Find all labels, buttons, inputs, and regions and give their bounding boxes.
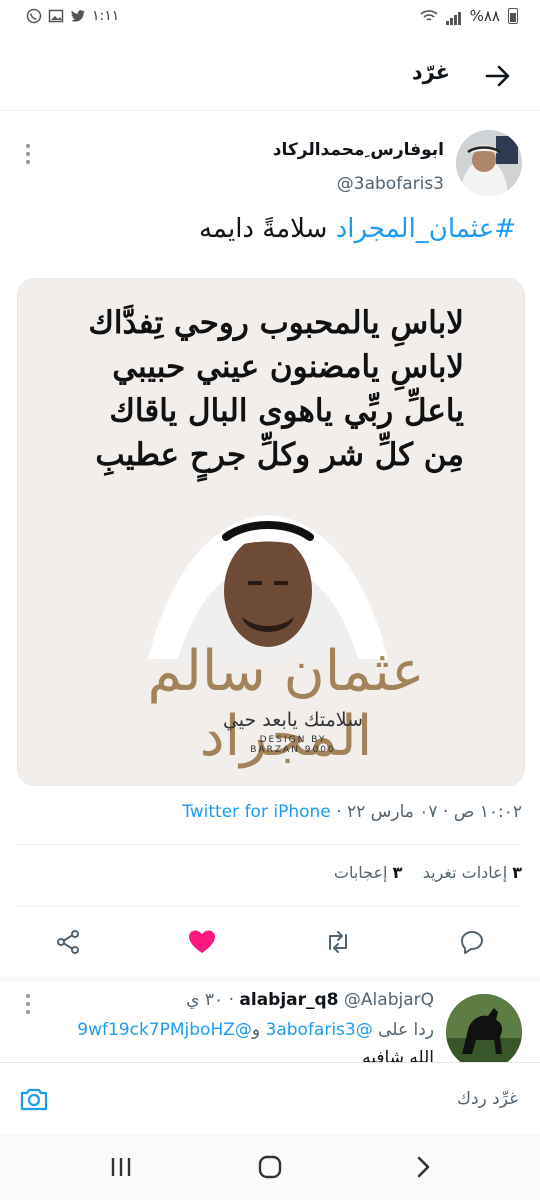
mention-link[interactable]: @3abofaris3 <box>266 1020 373 1040</box>
heart-icon[interactable] <box>186 926 218 958</box>
reply-handle[interactable]: @AlabjarQ <box>344 990 434 1010</box>
reply-text: الله شافيه <box>362 1048 434 1062</box>
status-time-group: ١:١١ <box>26 8 119 24</box>
status-icons: %٨٨ <box>420 7 518 25</box>
likes-count: ٣ <box>392 863 403 882</box>
credit-line: DESIGN BY <box>259 735 327 745</box>
replying-prefix: ردا على <box>378 1020 434 1040</box>
likes-stat[interactable]: ٣ إعجابات <box>334 863 402 882</box>
recent-apps-icon[interactable] <box>104 1150 138 1184</box>
reply-avatar[interactable] <box>446 994 522 1070</box>
retweet-icon[interactable] <box>322 926 354 958</box>
reply-compose-bar: غرِّد ردك <box>0 1062 540 1135</box>
share-icon[interactable] <box>52 926 84 958</box>
reply-time: ٣٠ ي <box>186 990 224 1010</box>
author-display-name[interactable]: ابوفارس ِمحمدالركاد <box>273 140 444 160</box>
signal-icon <box>445 7 462 25</box>
tweet-meta: ١٠:٠٢ ص · ٠٧ مارس ٢٢ · Twitter for iPhon… <box>182 802 522 822</box>
reply-more-options-icon[interactable] <box>22 992 34 1016</box>
battery-icon <box>508 8 518 24</box>
whatsapp-icon <box>26 8 42 24</box>
poem-line: لاباسِ يالمحبوب روحي تِفدَّاك <box>88 305 464 341</box>
replying-and: و <box>251 1020 261 1040</box>
more-options-icon[interactable] <box>22 142 34 166</box>
system-nav-bar <box>0 1134 540 1200</box>
poem-line: ياعلِّ ربِّي ياهوى البال ياقاك <box>109 393 464 429</box>
tweet-text: #عثمان_المجراد سلامةً دايمه <box>199 214 516 244</box>
reply-display-name[interactable]: alabjar_q8 <box>239 990 338 1010</box>
media-credit: DESIGN BY BARZAN 9000 <box>208 735 378 755</box>
tweet-body: سلامةً دايمه <box>198 214 336 244</box>
wifi-icon <box>420 10 438 21</box>
tweet-actions <box>0 920 540 964</box>
status-time: ١:١١ <box>92 8 120 24</box>
meta-separator: · <box>330 802 342 822</box>
mention-link[interactable]: @9wf19ck7PMjboHZ <box>77 1020 252 1040</box>
avatar[interactable] <box>456 130 522 196</box>
poem-line: لاباسِ يامضنون عيني حبيبي <box>112 349 464 385</box>
gallery-icon <box>48 9 64 23</box>
header: غرّد <box>0 40 540 111</box>
battery-percent: %٨٨ <box>469 7 500 25</box>
tweet-time: ١٠:٠٢ ص <box>453 802 522 822</box>
back-icon[interactable] <box>406 1150 440 1184</box>
divider <box>16 844 524 845</box>
poem-line: مِن كلِّ شر وكلِّ جرحٍ عطيبِ <box>95 437 464 473</box>
hashtag-link[interactable]: #عثمان_المجراد <box>336 214 516 244</box>
likes-label: إعجابات <box>333 863 388 882</box>
divider <box>16 906 524 907</box>
page-title: غرّد <box>411 60 450 84</box>
meta-separator: · <box>228 990 234 1010</box>
twitter-icon <box>71 10 85 22</box>
retweets-stat[interactable]: ٣ إعادات تغريد <box>423 863 522 882</box>
reply-input[interactable]: غرِّد ردك <box>457 1089 518 1109</box>
arrow-right-icon[interactable] <box>480 58 516 94</box>
section-divider <box>0 976 540 982</box>
tweet-date: ٠٧ مارس ٢٢ <box>346 802 438 822</box>
replying-to: ردا على @3abofaris3 و@9wf19ck7PMjboHZ <box>77 1020 434 1040</box>
home-icon[interactable] <box>253 1150 287 1184</box>
retweets-label: إعادات تغريد <box>422 863 508 882</box>
author-handle[interactable]: @3abofaris3 <box>337 174 444 194</box>
portrait-illustration <box>148 515 388 659</box>
camera-icon[interactable] <box>18 1083 50 1115</box>
media-subtitle: سلامتك يابعد حيي <box>222 709 364 731</box>
reply-header: alabjar_q8 @AlabjarQ · ٣٠ ي <box>186 990 434 1010</box>
reply-icon[interactable] <box>456 926 488 958</box>
status-bar: ١:١١ %٨٨ <box>0 0 540 34</box>
meta-separator: · <box>437 802 449 822</box>
retweets-count: ٣ <box>512 863 522 882</box>
credit-line: BARZAN 9000 <box>250 745 336 755</box>
tweet-source-link[interactable]: Twitter for iPhone <box>182 802 331 822</box>
tweet-media-image[interactable]: لاباسِ يالمحبوب روحي تِفدَّاك لاباسِ يام… <box>17 278 525 786</box>
tweet-stats: ٣ إعادات تغريد ٣ إعجابات <box>334 863 522 882</box>
